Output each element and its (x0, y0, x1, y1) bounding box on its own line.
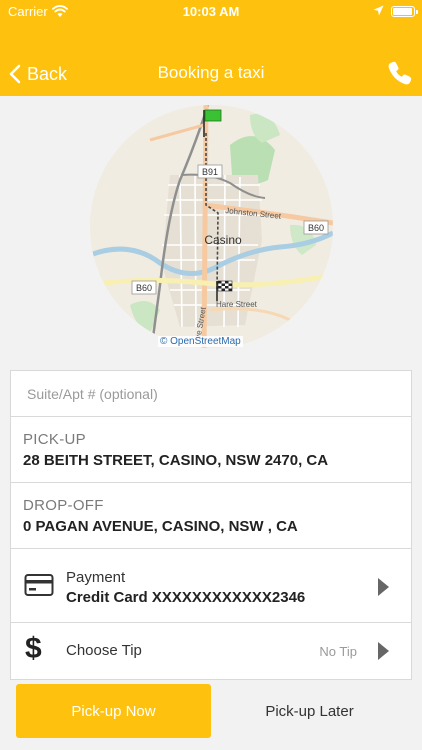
battery-icon (391, 6, 418, 17)
pickup-now-button[interactable]: Pick-up Now (16, 684, 211, 738)
chevron-right-icon (378, 642, 389, 660)
suite-row (11, 371, 411, 417)
road-label-b60-east: B60 (308, 223, 324, 233)
credit-card-icon (24, 574, 54, 596)
road-label-b60-west: B60 (136, 283, 152, 293)
suite-input[interactable] (27, 383, 397, 405)
payment-label: Payment (66, 569, 126, 586)
route-map[interactable]: B91 B60 B60 Johnston Street Hare Street … (90, 105, 333, 348)
dropoff-label: DROP-OFF (23, 497, 104, 514)
clock: 10:03 AM (182, 4, 240, 19)
status-bar: Carrier 10:03 AM (0, 0, 422, 24)
street-label-hare: Hare Street (216, 300, 258, 309)
tip-row[interactable]: $ Choose Tip No Tip (11, 623, 411, 679)
town-label: Casino (204, 233, 242, 247)
payment-method: Credit Card XXXXXXXXXXXX2346 (66, 589, 306, 606)
road-label-b91: B91 (202, 167, 218, 177)
dropoff-address: 0 PAGAN AVENUE, CASINO, NSW , CA (23, 518, 298, 535)
pickup-label: PICK-UP (23, 431, 86, 448)
map-attribution[interactable]: © OpenStreetMap (158, 336, 243, 347)
tip-label: Choose Tip (66, 642, 142, 659)
tip-value: No Tip (319, 644, 357, 659)
payment-row[interactable]: Payment Credit Card XXXXXXXXXXXX2346 (11, 549, 411, 623)
booking-form: PICK-UP 28 BEITH STREET, CASINO, NSW 247… (10, 370, 412, 680)
pickup-address: 28 BEITH STREET, CASINO, NSW 2470, CA (23, 452, 329, 469)
header-bar: Carrier 10:03 AM Back Booking a taxi (0, 0, 422, 96)
chevron-right-icon (378, 578, 389, 596)
pickup-later-button[interactable]: Pick-up Later (213, 684, 406, 738)
phone-icon[interactable] (387, 60, 413, 86)
pickup-row[interactable]: PICK-UP 28 BEITH STREET, CASINO, NSW 247… (11, 417, 411, 483)
page-title: Booking a taxi (157, 63, 265, 82)
dropoff-row[interactable]: DROP-OFF 0 PAGAN AVENUE, CASINO, NSW , C… (11, 483, 411, 549)
map-canvas: B91 B60 B60 Johnston Street Hare Street … (90, 105, 333, 348)
location-arrow-icon (373, 5, 384, 16)
dollar-icon: $ (25, 632, 42, 665)
